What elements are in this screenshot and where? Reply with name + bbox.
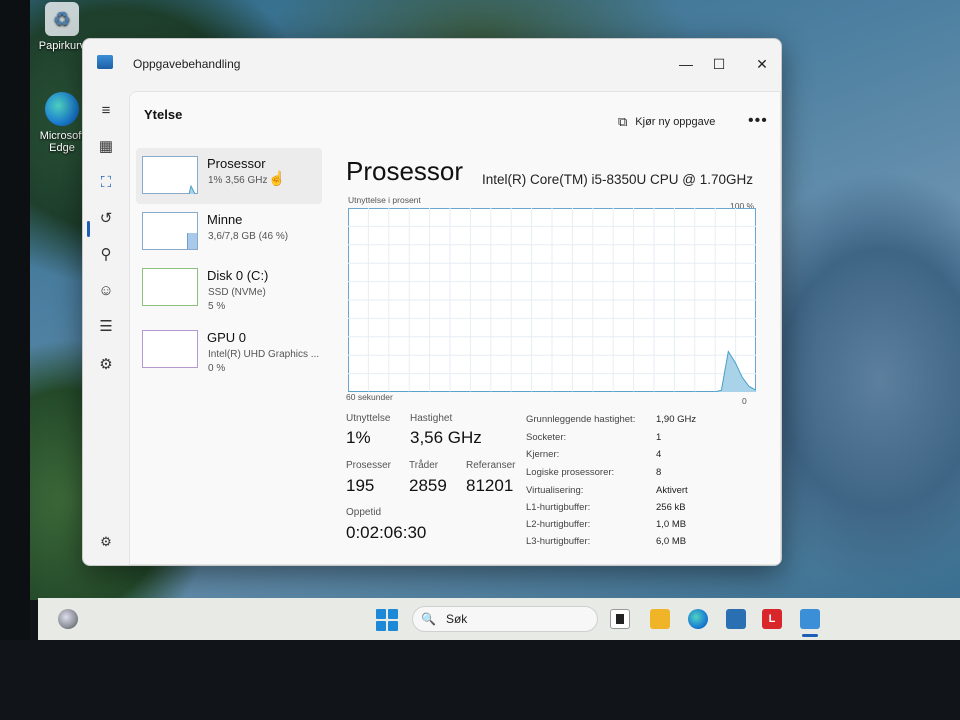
performance-page: Ytelse ⧉ Kjør ny oppgave ••• Prosessor 1… <box>129 91 781 565</box>
speed-value: 3,56 GHz <box>410 428 482 447</box>
taskbar-search-box[interactable]: 🔍 Søk <box>412 606 598 632</box>
resource-usage: 0 % <box>208 363 226 374</box>
page-title: Ytelse <box>144 107 183 122</box>
processes-value: 195 <box>346 476 375 495</box>
spec-value: 4 <box>656 449 662 460</box>
handles-value: 81201 <box>466 476 514 495</box>
uptime-label: Oppetid <box>346 507 382 518</box>
screen-bezel-left <box>0 0 30 720</box>
file-explorer-app-icon[interactable] <box>650 609 670 629</box>
resource-name: Disk 0 (C:) <box>207 268 269 283</box>
run-task-label: Kjør ny oppgave <box>635 116 716 128</box>
hamburger-menu-icon[interactable]: ≡ <box>93 97 119 123</box>
spec-label: Socketer: <box>526 432 567 443</box>
spec-label: L1-hurtigbuffer: <box>526 502 591 513</box>
performance-icon[interactable]: ⛶ <box>93 169 119 195</box>
minimize-button[interactable]: — <box>671 51 701 77</box>
processes-icon[interactable]: ▦ <box>93 133 119 159</box>
terminal-app-icon[interactable] <box>610 609 630 629</box>
resource-thumbnail <box>142 156 198 195</box>
settings-icon[interactable]: ⚙ <box>93 529 119 555</box>
spec-label: Grunnleggende hastighet: <box>526 414 636 425</box>
resource-thumbnail <box>142 330 198 368</box>
chart-y-label: Utnyttelse i prosent <box>348 195 421 205</box>
mouse-cursor-icon: ☝ <box>268 170 286 186</box>
cpu-utilization-chart <box>348 208 756 392</box>
spec-value: 256 kB <box>656 502 686 513</box>
handles-label: Referanser <box>466 460 516 471</box>
details-icon[interactable]: ☰ <box>93 313 119 339</box>
resource-item-processor[interactable]: Prosessor 1% 3,56 GHz ☝ <box>136 148 322 204</box>
task-manager-taskbar-icon[interactable] <box>800 609 820 629</box>
spec-value: Aktivert <box>656 485 688 496</box>
resource-item-disk[interactable]: Disk 0 (C:) SSD (NVMe) 5 % <box>136 260 322 316</box>
maximize-button[interactable]: ☐ <box>704 51 734 77</box>
weather-widget-icon[interactable] <box>58 609 78 629</box>
resource-item-memory[interactable]: Minne 3,6/7,8 GB (46 %) <box>136 204 322 260</box>
resource-thumbnail <box>142 268 198 306</box>
active-app-indicator <box>802 634 818 637</box>
resource-detail: SSD (NVMe) <box>208 287 266 298</box>
store-app-icon[interactable] <box>726 609 746 629</box>
edge-app-icon[interactable] <box>688 609 708 629</box>
run-new-task-button[interactable]: ⧉ Kjør ny oppgave <box>618 114 715 130</box>
speed-label: Hastighet <box>410 413 453 424</box>
utilization-value: 1% <box>346 428 371 447</box>
window-title: Oppgavebehandling <box>133 57 241 71</box>
title-bar[interactable]: Oppgavebehandling — ☐ ✕ <box>83 39 781 89</box>
chart-min-label: 0 <box>742 396 747 406</box>
start-button[interactable] <box>376 609 398 631</box>
task-manager-window: Oppgavebehandling — ☐ ✕ ≡ ▦ ⛶ ↺ ⚲ ☺ ☰ ⚙ … <box>82 38 782 566</box>
resource-detail: 1% 3,56 GHz <box>208 175 268 186</box>
screen-bezel-bottom <box>0 640 960 720</box>
processor-title: Prosessor <box>346 156 464 186</box>
threads-value: 2859 <box>409 476 447 495</box>
resource-usage: 5 % <box>208 301 226 312</box>
spec-value: 6,0 MB <box>656 536 687 547</box>
nav-rail: ≡ ▦ ⛶ ↺ ⚲ ☺ ☰ ⚙ ⚙ <box>83 89 129 565</box>
edge-icon <box>45 92 79 126</box>
task-manager-app-icon <box>97 55 113 69</box>
services-icon[interactable]: ⚙ <box>93 351 119 377</box>
spec-value: 1,0 MB <box>656 519 687 530</box>
search-label: Søk <box>445 612 468 626</box>
recycle-bin-icon: ♻ <box>45 2 79 36</box>
spec-label: Logiske prosessorer: <box>526 467 615 478</box>
resource-name: Minne <box>207 212 243 227</box>
spec-value: 1,90 GHz <box>656 414 697 425</box>
resource-item-gpu[interactable]: GPU 0 Intel(R) UHD Graphics ... 0 % <box>136 322 322 378</box>
threads-label: Tråder <box>409 460 439 471</box>
close-button[interactable]: ✕ <box>747 51 777 77</box>
spec-value: 8 <box>656 467 662 478</box>
search-icon: 🔍 <box>421 612 436 626</box>
uptime-value: 0:02:06:30 <box>346 523 427 542</box>
spec-label: L2-hurtigbuffer: <box>526 519 591 530</box>
resource-thumbnail <box>142 212 198 250</box>
more-options-button[interactable]: ••• <box>748 112 768 130</box>
users-icon[interactable]: ☺ <box>93 277 119 303</box>
resource-name: GPU 0 <box>207 330 247 345</box>
spec-label: Virtualisering: <box>526 485 584 496</box>
spec-label: Kjerner: <box>526 449 560 460</box>
app-history-icon[interactable]: ↺ <box>93 205 119 231</box>
chart-x-label: 60 sekunder <box>346 392 393 402</box>
taskbar: 🔍 Søk L <box>38 598 960 640</box>
utilization-label: Utnyttelse <box>346 413 391 424</box>
resource-detail: Intel(R) UHD Graphics ... <box>208 349 320 360</box>
l-app-icon[interactable]: L <box>762 609 782 629</box>
nav-active-indicator <box>87 221 90 237</box>
resource-detail: 3,6/7,8 GB (46 %) <box>208 231 289 242</box>
spec-label: L3-hurtigbuffer: <box>526 536 591 547</box>
resource-name: Prosessor <box>207 156 266 171</box>
spec-value: 1 <box>656 432 662 443</box>
processes-label: Prosesser <box>346 460 392 471</box>
run-task-icon: ⧉ <box>618 114 628 129</box>
cpu-model: Intel(R) Core(TM) i5-8350U CPU @ 1.70GHz <box>482 172 754 187</box>
startup-apps-icon[interactable]: ⚲ <box>93 241 119 267</box>
